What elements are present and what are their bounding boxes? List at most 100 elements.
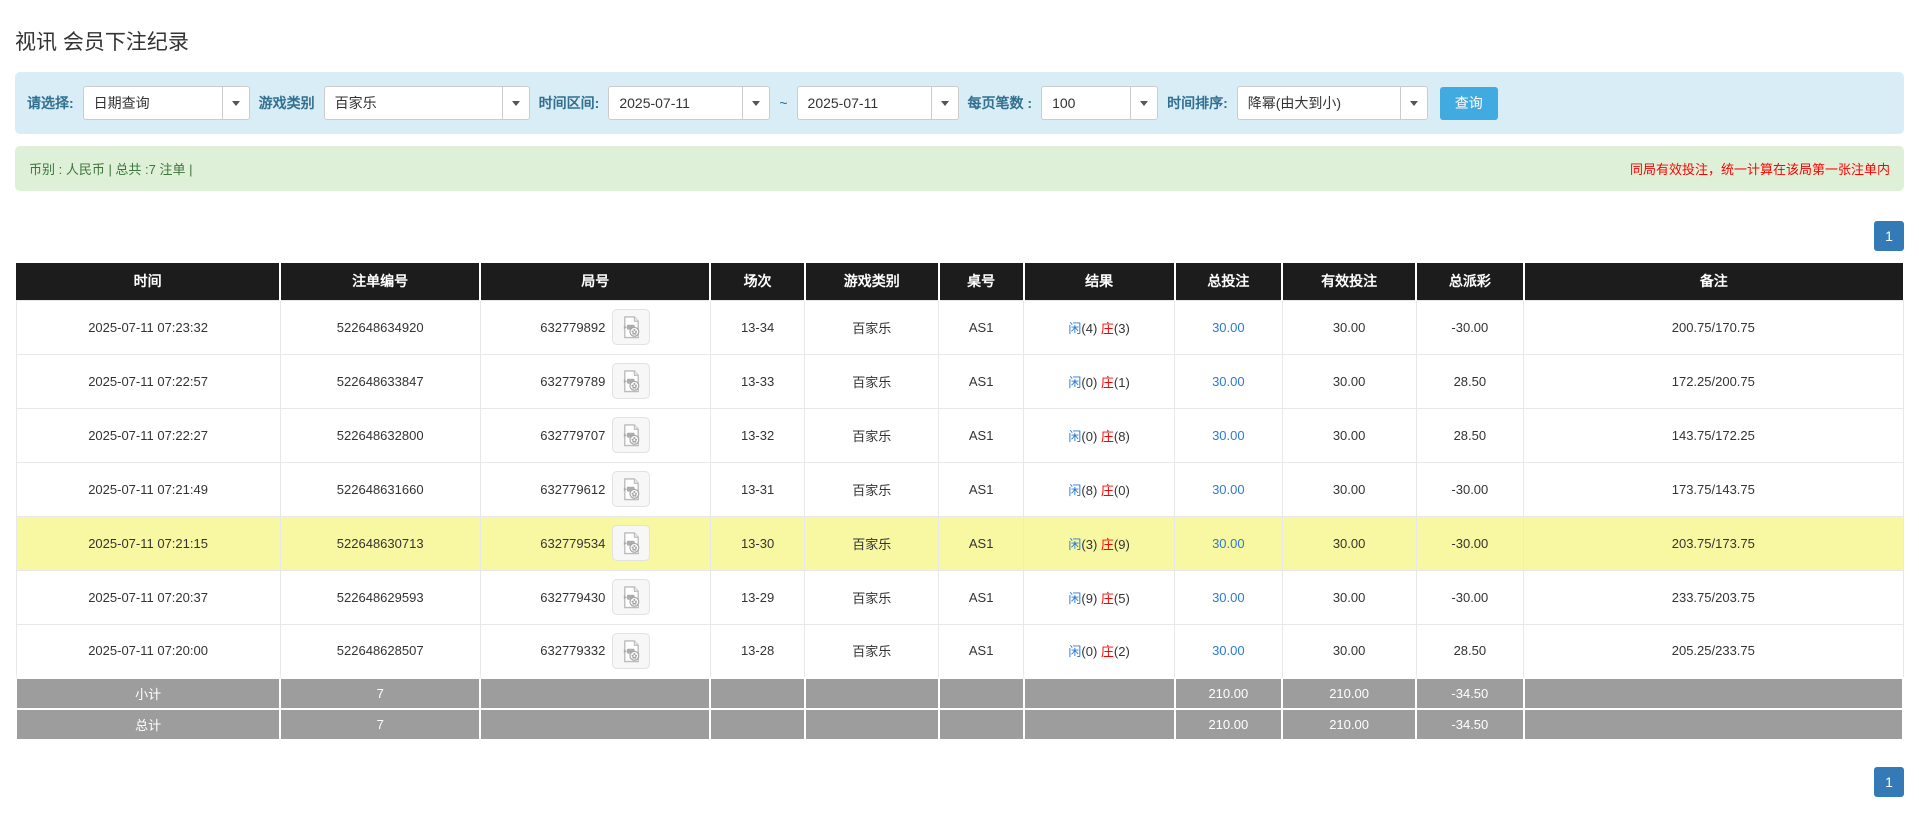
cell-table: AS1 [939, 624, 1024, 678]
search-button[interactable]: 查询 [1440, 87, 1498, 120]
cell-remark: 233.75/203.75 [1524, 570, 1903, 624]
chevron-down-icon [512, 101, 520, 106]
chevron-down-icon [752, 101, 760, 106]
per-page-select[interactable]: 100 [1041, 86, 1158, 120]
cell-round: 632779707 [480, 408, 710, 462]
pagination-top: 1 [15, 221, 1904, 251]
round-wrap: 632779534 [540, 525, 650, 561]
date-from-caret-button[interactable] [742, 87, 769, 119]
cell-session: 13-30 [710, 516, 804, 570]
cell-round: 632779892 [480, 300, 710, 354]
table-body: 2025-07-11 07:23:32522648634920632779892… [16, 300, 1903, 678]
cell-valid-bet: 30.00 [1282, 570, 1416, 624]
cell-remark: 173.75/143.75 [1524, 462, 1903, 516]
result-banker-value: (2) [1114, 644, 1130, 659]
result-banker-value: (8) [1114, 429, 1130, 444]
cell-summary-valid-bet: 210.00 [1282, 709, 1416, 740]
date-to-value: 2025-07-11 [798, 87, 931, 119]
date-from-value: 2025-07-11 [609, 87, 742, 119]
column-header: 桌号 [939, 263, 1024, 300]
date-to-picker[interactable]: 2025-07-11 [797, 86, 959, 120]
round-id: 632779534 [540, 536, 605, 551]
cell-payout: -30.00 [1416, 570, 1524, 624]
cell-summary-count: 7 [280, 709, 480, 740]
page-1-button[interactable]: 1 [1874, 767, 1904, 797]
query-type-select[interactable]: 日期查询 [83, 86, 250, 120]
cell-session: 13-34 [710, 300, 804, 354]
result-player-label: 闲 [1068, 483, 1081, 498]
cell-time: 2025-07-11 07:23:32 [16, 300, 280, 354]
column-header: 游戏类别 [805, 263, 939, 300]
total-bet-link[interactable]: 30.00 [1212, 590, 1245, 605]
cell-game: 百家乐 [805, 624, 939, 678]
cell-result: 闲(9) 庄(5) [1024, 570, 1175, 624]
video-replay-button[interactable] [612, 579, 650, 615]
cell-empty [480, 678, 710, 709]
per-page-label: 每页笔数 : [968, 93, 1033, 113]
cell-result: 闲(0) 庄(8) [1024, 408, 1175, 462]
result-banker-value: (1) [1114, 375, 1130, 390]
video-replay-button[interactable] [612, 525, 650, 561]
result-player-value: (4) [1081, 321, 1101, 336]
total-bet-link[interactable]: 30.00 [1212, 320, 1245, 335]
total-bet-link[interactable]: 30.00 [1212, 643, 1245, 658]
game-type-select[interactable]: 百家乐 [324, 86, 530, 120]
cell-bet-id: 522648634920 [280, 300, 480, 354]
result-banker-value: (0) [1114, 483, 1130, 498]
time-sort-caret-button[interactable] [1400, 87, 1427, 119]
round-id: 632779332 [540, 643, 605, 658]
cell-bet-id: 522648628507 [280, 624, 480, 678]
cell-valid-bet: 30.00 [1282, 462, 1416, 516]
cell-time: 2025-07-11 07:22:57 [16, 354, 280, 408]
video-replay-button[interactable] [612, 471, 650, 507]
video-replay-button[interactable] [612, 417, 650, 453]
page-1-button[interactable]: 1 [1874, 221, 1904, 251]
query-type-value: 日期查询 [84, 87, 222, 119]
date-to-caret-button[interactable] [931, 87, 958, 119]
total-bet-link[interactable]: 30.00 [1212, 428, 1245, 443]
video-replay-button[interactable] [612, 633, 650, 669]
game-type-value: 百家乐 [325, 87, 502, 119]
cell-payout: 28.50 [1416, 354, 1524, 408]
result-banker-value: (5) [1114, 591, 1130, 606]
total-bet-link[interactable]: 30.00 [1212, 536, 1245, 551]
round-id: 632779430 [540, 590, 605, 605]
cell-time: 2025-07-11 07:21:15 [16, 516, 280, 570]
cell-total-bet: 30.00 [1175, 354, 1283, 408]
result-player-value: (8) [1081, 483, 1101, 498]
cell-game: 百家乐 [805, 570, 939, 624]
cell-result: 闲(4) 庄(3) [1024, 300, 1175, 354]
cell-empty [1524, 709, 1903, 740]
result-banker-label: 庄 [1101, 375, 1114, 390]
page-title: 视讯 会员下注纪录 [15, 0, 1904, 56]
column-header: 总派彩 [1416, 263, 1524, 300]
cell-payout: -30.00 [1416, 516, 1524, 570]
total-bet-link[interactable]: 30.00 [1212, 482, 1245, 497]
summary-notice: 同局有效投注，统一计算在该局第一张注单内 [1630, 159, 1890, 178]
cell-round: 632779534 [480, 516, 710, 570]
cell-summary-total-bet: 210.00 [1175, 709, 1283, 740]
result-player-label: 闲 [1068, 375, 1081, 390]
result-banker-label: 庄 [1101, 483, 1114, 498]
video-replay-button[interactable] [612, 309, 650, 345]
time-sort-select[interactable]: 降幂(由大到小) [1237, 86, 1428, 120]
cell-table: AS1 [939, 462, 1024, 516]
cell-summary-valid-bet: 210.00 [1282, 678, 1416, 709]
per-page-caret-button[interactable] [1130, 87, 1157, 119]
column-header: 备注 [1524, 263, 1903, 300]
pagination-bottom: 1 [15, 767, 1904, 797]
game-type-caret-button[interactable] [502, 87, 529, 119]
bets-table: 时间注单编号局号场次游戏类别桌号结果总投注有效投注总派彩备注 2025-07-1… [15, 263, 1904, 741]
query-type-caret-button[interactable] [222, 87, 249, 119]
cell-result: 闲(0) 庄(1) [1024, 354, 1175, 408]
total-bet-link[interactable]: 30.00 [1212, 374, 1245, 389]
summary-row: 小计7210.00210.00-34.50 [16, 678, 1903, 709]
cell-remark: 143.75/172.25 [1524, 408, 1903, 462]
round-wrap: 632779332 [540, 633, 650, 669]
column-header: 局号 [480, 263, 710, 300]
video-replay-button[interactable] [612, 363, 650, 399]
result-banker-label: 庄 [1101, 644, 1114, 659]
date-from-picker[interactable]: 2025-07-11 [608, 86, 770, 120]
round-wrap: 632779707 [540, 417, 650, 453]
video-file-icon [620, 531, 643, 555]
